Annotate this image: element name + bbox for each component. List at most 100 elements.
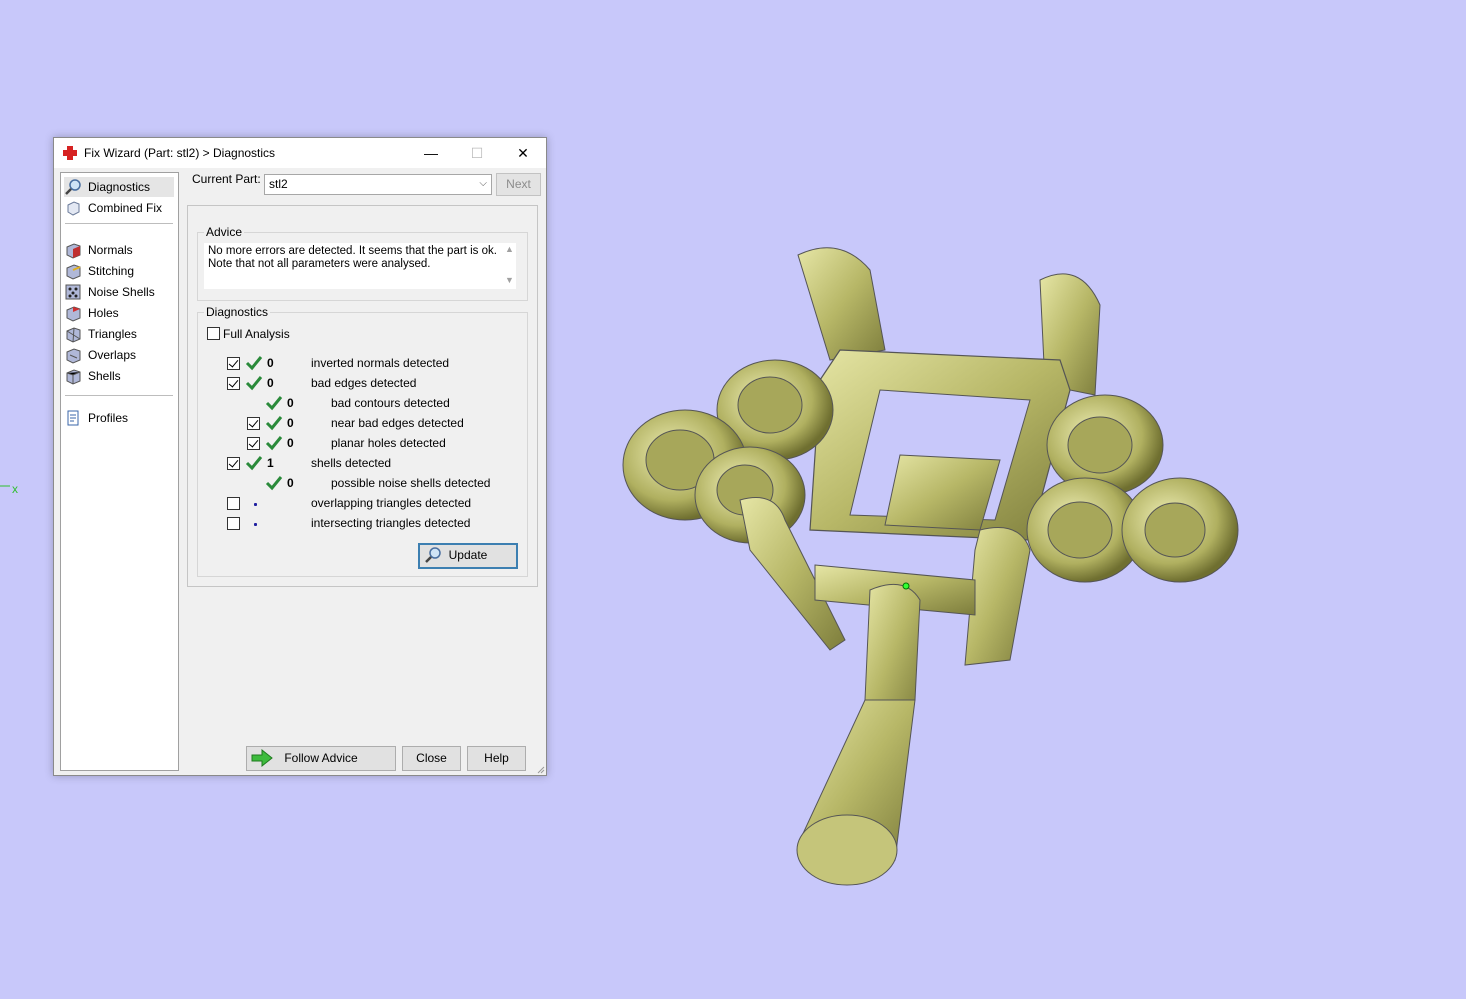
nav-item-label: Triangles [88, 327, 137, 341]
nav-divider [65, 223, 173, 224]
bad-contours-label: bad contours detected [331, 396, 450, 410]
noise-shells-label: possible noise shells detected [331, 476, 491, 490]
profiles-icon [67, 410, 79, 426]
fix-wizard-window: Fix Wizard (Part: stl2) > Diagnostics — … [53, 137, 547, 776]
nav-item-holes[interactable]: Holes [64, 303, 174, 323]
nav-item-label: Diagnostics [88, 180, 151, 194]
inverted-normals-checkbox[interactable] [227, 357, 240, 370]
axis-indicator: x [0, 478, 24, 498]
inverted-normals-label: inverted normals detected [311, 356, 450, 370]
noise-shells-icon [65, 284, 81, 300]
overlapping-triangles-label: overlapping triangles detected [311, 496, 472, 510]
nav-item-label: Combined Fix [88, 201, 163, 215]
resize-grip-icon[interactable] [535, 764, 545, 774]
maximize-button[interactable]: ☐ [454, 138, 500, 168]
nav-item-label: Shells [88, 369, 121, 383]
red-cross-icon [63, 146, 77, 160]
advice-line: No more errors are detected. It seems th… [208, 245, 497, 257]
near-bad-edges-checkbox[interactable] [247, 417, 260, 430]
close-button[interactable]: Close [402, 746, 461, 771]
green-check-icon [265, 416, 283, 431]
shells-label: shells detected [311, 456, 392, 470]
intersecting-triangles-label: intersecting triangles detected [311, 516, 471, 530]
overlapping-triangles-checkbox[interactable] [227, 497, 240, 510]
nav-item-triangles[interactable]: Triangles [64, 324, 174, 344]
intersecting-triangles-checkbox[interactable] [227, 517, 240, 530]
full-analysis-checkbox[interactable] [207, 327, 220, 340]
bad-contours-count: 0 [287, 396, 294, 410]
axis-x-label: x [12, 482, 18, 496]
full-analysis-label: Full Analysis [223, 327, 290, 341]
stitching-icon [66, 264, 81, 280]
green-check-icon [245, 376, 263, 391]
nav-item-shells[interactable]: Shells [64, 366, 174, 386]
wizard-nav-panel: Diagnostics Combined Fix Normals Stitchi… [60, 172, 179, 771]
advice-group: Advice No more errors are detected. It s… [197, 225, 528, 301]
nav-item-label: Profiles [88, 411, 129, 425]
combined-fix-icon [67, 201, 80, 216]
nav-item-label: Holes [88, 306, 119, 320]
green-check-icon [245, 456, 263, 471]
planar-holes-count: 0 [287, 436, 294, 450]
shells-checkbox[interactable] [227, 457, 240, 470]
current-part-select[interactable]: stl2 ⌵ [264, 174, 492, 195]
planar-holes-label: planar holes detected [331, 436, 446, 450]
minimize-button[interactable]: — [408, 138, 454, 168]
help-button[interactable]: Help [467, 746, 526, 771]
current-part-value: stl2 [269, 177, 288, 191]
bad-edges-checkbox[interactable] [227, 377, 240, 390]
nav-item-stitching[interactable]: Stitching [64, 261, 174, 281]
nav-item-label: Overlaps [88, 348, 137, 362]
next-button[interactable]: Next [496, 173, 541, 196]
nav-divider [65, 395, 173, 396]
nav-item-profiles[interactable]: Profiles [64, 408, 174, 428]
follow-advice-label: Follow Advice [284, 751, 358, 765]
shells-count: 1 [267, 456, 274, 470]
nav-item-noise-shells[interactable]: Noise Shells [64, 282, 174, 302]
3d-model-viewport[interactable] [600, 220, 1260, 910]
not-analysed-dot-icon [254, 523, 257, 526]
magnifier-icon [65, 179, 81, 195]
close-window-button[interactable]: ✕ [500, 138, 546, 168]
title-bar[interactable]: Fix Wizard (Part: stl2) > Diagnostics — … [54, 138, 546, 168]
diagnostics-group: Diagnostics Full Analysis 0 inverted nor… [197, 305, 528, 577]
nav-item-label: Stitching [88, 264, 135, 278]
inverted-normals-count: 0 [267, 356, 274, 370]
green-check-icon [265, 476, 283, 491]
green-check-icon [265, 436, 283, 451]
wizard-content-frame: Advice No more errors are detected. It s… [187, 205, 538, 587]
green-arrow-icon [251, 748, 273, 768]
overlaps-icon [66, 348, 81, 364]
not-analysed-dot-icon [254, 503, 257, 506]
scroll-down-icon[interactable]: ▼ [505, 275, 514, 285]
planar-holes-checkbox[interactable] [247, 437, 260, 450]
nav-item-label: Normals [88, 243, 133, 257]
triangles-icon [66, 327, 81, 343]
normals-icon [66, 243, 81, 259]
window-title: Fix Wizard (Part: stl2) > Diagnostics [84, 146, 276, 160]
current-part-label: Current Part: [192, 172, 261, 186]
update-button[interactable]: Update [418, 543, 518, 569]
bad-edges-label: bad edges detected [311, 376, 417, 390]
nav-item-diagnostics[interactable]: Diagnostics [64, 177, 174, 197]
nav-item-label: Noise Shells [88, 285, 155, 299]
near-bad-edges-label: near bad edges detected [331, 416, 464, 430]
green-check-icon [265, 396, 283, 411]
nav-item-overlaps[interactable]: Overlaps [64, 345, 174, 365]
noise-shells-count: 0 [287, 476, 294, 490]
advice-scrollbar[interactable]: ▲ ▼ [502, 243, 516, 289]
near-bad-edges-count: 0 [287, 416, 294, 430]
nav-item-normals[interactable]: Normals [64, 240, 174, 260]
shells-icon [66, 369, 81, 385]
bad-edges-count: 0 [267, 376, 274, 390]
scroll-up-icon[interactable]: ▲ [505, 244, 514, 254]
chevron-down-icon: ⌵ [479, 178, 487, 189]
follow-advice-button[interactable]: Follow Advice [246, 746, 396, 771]
advice-line: Note that not all parameters were analys… [208, 258, 431, 270]
magnifier-icon [425, 547, 441, 563]
advice-textbox[interactable]: No more errors are detected. It seems th… [204, 243, 516, 289]
nav-item-combined-fix[interactable]: Combined Fix [64, 198, 174, 218]
green-check-icon [245, 356, 263, 371]
holes-icon [66, 306, 81, 322]
diagnostics-legend: Diagnostics [204, 305, 271, 319]
